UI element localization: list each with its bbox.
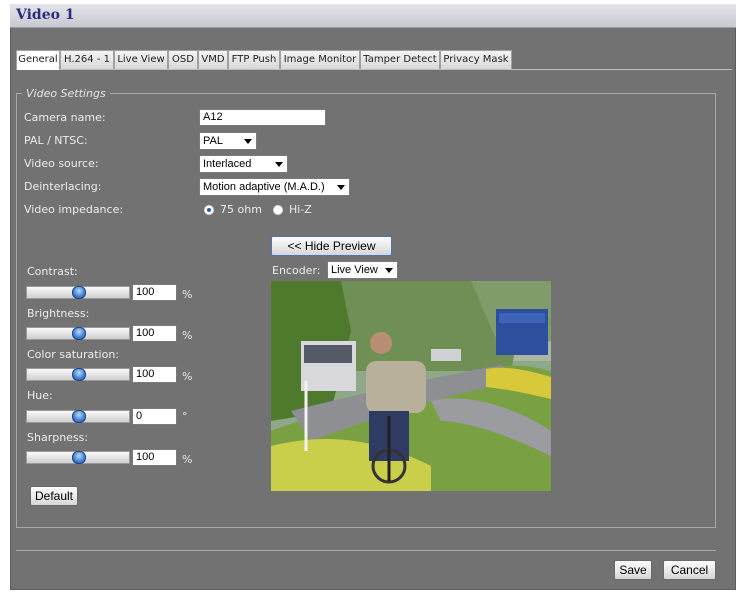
- contrast-unit: %: [182, 288, 193, 301]
- chevron-down-icon: [337, 185, 345, 190]
- video-source-select[interactable]: Interlaced: [199, 155, 288, 173]
- default-button[interactable]: Default: [30, 486, 78, 506]
- tab-image-monitor[interactable]: Image Monitor: [280, 50, 360, 69]
- brightness-label: Brightness:: [27, 307, 90, 320]
- color-saturation-value-input[interactable]: 100: [132, 366, 177, 383]
- hue-slider[interactable]: [26, 410, 130, 423]
- hue-unit: °: [182, 410, 188, 423]
- chevron-down-icon: [275, 162, 283, 167]
- brightness-unit: %: [182, 329, 193, 342]
- color-saturation-slider[interactable]: [26, 368, 130, 381]
- color-saturation-label: Color saturation:: [27, 348, 120, 361]
- save-button[interactable]: Save: [614, 560, 652, 580]
- camera-name-label: Camera name:: [24, 111, 106, 124]
- contrast-slider[interactable]: [26, 286, 130, 299]
- sharpness-value-input[interactable]: 100: [132, 449, 177, 466]
- encoder-select[interactable]: Live View: [327, 261, 398, 279]
- pal-ntsc-select[interactable]: PAL: [199, 132, 257, 150]
- brightness-value-input[interactable]: 100: [132, 325, 177, 342]
- color-saturation-unit: %: [182, 370, 193, 383]
- impedance-75ohm-radio[interactable]: [204, 205, 214, 215]
- preview-frame-image: [271, 281, 551, 491]
- tab-general[interactable]: General: [16, 50, 60, 70]
- encoder-value: Live View: [331, 264, 378, 276]
- brightness-slider-thumb[interactable]: [72, 327, 86, 340]
- hue-value-input[interactable]: 0: [132, 408, 177, 425]
- color-saturation-slider-thumb[interactable]: [72, 368, 86, 381]
- video-impedance-label: Video impedance:: [24, 203, 124, 216]
- pal-ntsc-label: PAL / NTSC:: [24, 134, 88, 147]
- title-bar: Video 1: [10, 4, 736, 28]
- encoder-label: Encoder:: [272, 264, 321, 277]
- tab-ftp-push[interactable]: FTP Push: [228, 50, 280, 69]
- hide-preview-button[interactable]: << Hide Preview: [271, 236, 392, 256]
- tab-vmd[interactable]: VMD: [198, 50, 228, 69]
- video-source-value: Interlaced: [203, 158, 252, 170]
- deinterlacing-value: Motion adaptive (M.A.D.): [203, 181, 325, 193]
- video-source-label: Video source:: [24, 157, 99, 170]
- impedance-hiz-label: Hi-Z: [289, 203, 312, 216]
- video-settings-legend: Video Settings: [22, 87, 110, 100]
- tab-osd[interactable]: OSD: [168, 50, 198, 69]
- sharpness-unit: %: [182, 453, 193, 466]
- hue-label: Hue:: [27, 389, 53, 402]
- sharpness-label: Sharpness:: [27, 431, 89, 444]
- brightness-slider[interactable]: [26, 327, 130, 340]
- video-preview: [271, 281, 551, 491]
- chevron-down-icon: [385, 268, 393, 273]
- deinterlacing-label: Deinterlacing:: [24, 180, 102, 193]
- tab-tamper-detect[interactable]: Tamper Detect: [360, 50, 440, 69]
- contrast-value-input[interactable]: 100: [132, 284, 177, 301]
- contrast-label: Contrast:: [27, 265, 78, 278]
- hue-slider-thumb[interactable]: [72, 410, 86, 423]
- tab-live-view[interactable]: Live View: [114, 50, 168, 69]
- tab-privacy-mask[interactable]: Privacy Mask: [440, 50, 512, 69]
- pal-ntsc-value: PAL: [203, 135, 223, 147]
- impedance-hiz-radio[interactable]: [273, 205, 283, 215]
- cancel-button[interactable]: Cancel: [663, 560, 716, 580]
- window-title: Video 1: [16, 7, 75, 23]
- sharpness-slider[interactable]: [26, 451, 130, 464]
- chevron-down-icon: [244, 139, 252, 144]
- impedance-75ohm-label: 75 ohm: [220, 203, 262, 216]
- contrast-slider-thumb[interactable]: [72, 286, 86, 299]
- tab-h264-1[interactable]: H.264 - 1: [60, 50, 114, 69]
- footer-separator: [16, 550, 716, 551]
- camera-name-input[interactable]: A12: [199, 109, 326, 126]
- sharpness-slider-thumb[interactable]: [72, 451, 86, 464]
- deinterlacing-select[interactable]: Motion adaptive (M.A.D.): [199, 178, 350, 196]
- tab-bar: General H.264 - 1 Live View OSD VMD FTP …: [16, 50, 732, 70]
